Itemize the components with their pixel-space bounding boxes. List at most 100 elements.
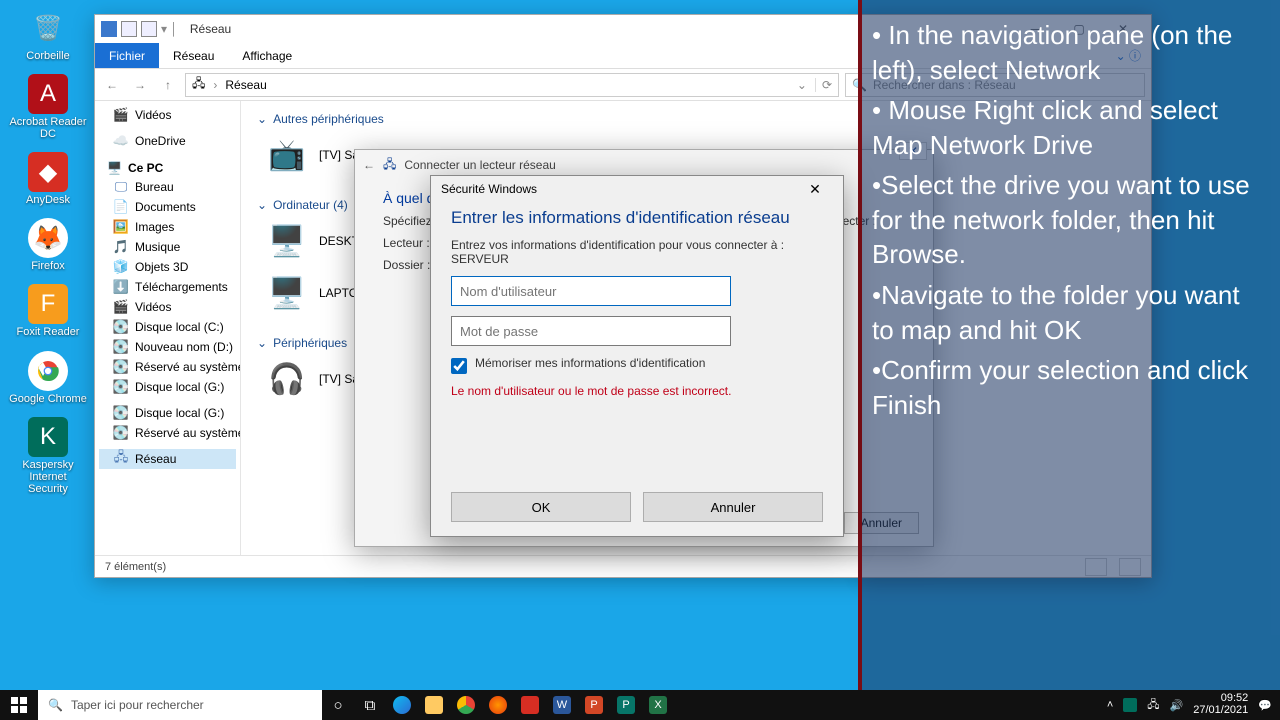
taskbar-pub[interactable]: P [610, 690, 642, 720]
label: Réseau [135, 452, 176, 466]
remember-checkbox[interactable] [451, 358, 467, 374]
anydesk-icon[interactable]: ◆AnyDesk [6, 150, 90, 208]
instruction-2: • Mouse Right click and select Map Netwo… [872, 93, 1268, 162]
computer-icon: 🖥️ [265, 271, 309, 315]
disk-icon: 💽 [113, 379, 129, 395]
taskbar-word[interactable]: W [546, 690, 578, 720]
nav-music[interactable]: 🎵 Musique [99, 237, 236, 257]
instruction-4: •Navigate to the folder you want to map … [872, 278, 1268, 347]
foxit-icon[interactable]: FFoxit Reader [6, 282, 90, 340]
network-icon: 🖧 [113, 451, 129, 467]
nav-disk-d[interactable]: 💽Nouveau nom (D:) [99, 337, 236, 357]
qat-btn-1[interactable] [121, 21, 137, 37]
objects3d-icon: 🧊 [113, 259, 129, 275]
instruction-5: •Confirm your selection and click Finish [872, 353, 1268, 422]
chrome-icon[interactable]: Google Chrome [6, 349, 90, 407]
nav-system-reserved[interactable]: 💽Réservé au système [99, 357, 236, 377]
tab-view[interactable]: Affichage [228, 43, 306, 68]
nav-desktop[interactable]: 🖵Bureau [99, 177, 236, 197]
tab-network[interactable]: Réseau [159, 43, 228, 68]
start-button[interactable] [0, 690, 38, 720]
label: Images [135, 220, 174, 234]
taskbar-anydesk[interactable] [514, 690, 546, 720]
qat-btn-2[interactable] [141, 21, 157, 37]
tab-file[interactable]: Fichier [95, 43, 159, 68]
nav-images[interactable]: 🖼️Images [99, 217, 236, 237]
nav-disk-c[interactable]: 💽Disque local (C:) [99, 317, 236, 337]
acrobat-icon[interactable]: AAcrobat Reader DC [6, 72, 90, 142]
ok-button[interactable]: OK [451, 492, 631, 522]
label: Corbeille [26, 50, 69, 62]
nav-3d[interactable]: 🧊 Objets 3D [99, 257, 236, 277]
remember-checkbox-label[interactable]: Mémoriser mes informations d'identificat… [451, 356, 823, 374]
cancel-button[interactable]: Annuler [643, 492, 823, 522]
nav-system-reserved2[interactable]: 💽Réservé au système [99, 423, 236, 443]
taskbar-explorer[interactable] [418, 690, 450, 720]
music-icon: 🎵 [113, 239, 129, 255]
nav-documents[interactable]: 📄Documents [99, 197, 236, 217]
computer-icon: 🖥️ [265, 219, 309, 263]
forward-button[interactable]: → [129, 74, 151, 96]
label: Téléchargements [135, 280, 228, 294]
tray-chevron-icon[interactable]: ˄ [1107, 699, 1113, 711]
wizard-title: Connecter un lecteur réseau [404, 158, 555, 172]
download-icon: ⬇️ [113, 279, 129, 295]
refresh-icon[interactable]: ⟳ [815, 78, 832, 92]
taskbar-chrome[interactable] [450, 690, 482, 720]
breadcrumb-text: Réseau [225, 78, 266, 92]
video-icon: 🎬 [113, 107, 129, 123]
task-view-button[interactable]: ⧉ [354, 690, 386, 720]
chevron-down-icon[interactable]: ⌄ [797, 78, 807, 92]
label: Ce PC [128, 161, 163, 175]
nav-downloads[interactable]: ⬇️ Téléchargements [99, 277, 236, 297]
taskbar-excel[interactable]: X [642, 690, 674, 720]
label: Vidéos [135, 108, 171, 122]
tray-volume-icon[interactable]: 🔊 [1170, 699, 1184, 712]
taskbar-search[interactable]: 🔍 Taper ici pour rechercher [38, 690, 322, 720]
label: Ordinateur (4) [273, 198, 348, 212]
taskbar-firefox[interactable] [482, 690, 514, 720]
taskbar-edge[interactable] [386, 690, 418, 720]
window-title: Réseau [190, 22, 231, 36]
dialog-heading: Entrer les informations d'identification… [451, 208, 823, 228]
notification-icon[interactable]: 💬 [1258, 699, 1272, 712]
cortana-button[interactable]: ○ [322, 690, 354, 720]
chevron-icon: ⌄ [257, 336, 267, 350]
tray-network-icon[interactable]: 🖧 [1147, 696, 1159, 715]
clock-date: 27/01/2021 [1193, 705, 1248, 717]
nav-disk-g[interactable]: 💽 Disque local (G:) [99, 377, 236, 397]
credential-dialog: Sécurité Windows ✕ Entrer les informatio… [430, 175, 844, 537]
nav-videos[interactable]: 🎬 Vidéos [99, 105, 236, 125]
recycle-icon: 🗑️ [28, 8, 68, 48]
nav-onedrive[interactable]: ☁️OneDrive [99, 131, 236, 151]
recycle-bin[interactable]: 🗑️ Corbeille [6, 6, 90, 64]
firefox-icon[interactable]: 🦊Firefox [6, 216, 90, 274]
dialog-titlebar[interactable]: Sécurité Windows ✕ [431, 176, 843, 202]
label: Musique [135, 240, 180, 254]
disk-icon: 💽 [113, 405, 129, 421]
disk-icon: 💽 [113, 359, 129, 375]
taskbar-clock[interactable]: 09:52 27/01/2021 [1193, 693, 1248, 716]
navigation-pane: 🎬 Vidéos ☁️OneDrive 🖥️Ce PC 🖵Bureau 📄Docu… [95, 101, 241, 555]
taskbar-ppt[interactable]: P [578, 690, 610, 720]
wizard-back-button[interactable]: ← [363, 158, 375, 172]
nav-thispc[interactable]: 🖥️Ce PC [99, 157, 236, 177]
breadcrumb[interactable]: 🖧 › Réseau ⌄ ⟳ [185, 73, 839, 97]
up-button[interactable]: ↑ [157, 74, 179, 96]
back-button[interactable]: ← [101, 74, 123, 96]
kaspersky-icon[interactable]: KKaspersky Internet Security [6, 415, 90, 497]
nav-disk-g2[interactable]: 💽Disque local (G:) [99, 403, 236, 423]
desktop-icons: 🗑️Corbeille AAcrobat Reader DC ◆AnyDesk … [6, 6, 90, 497]
dialog-close-button[interactable]: ✕ [797, 177, 833, 201]
documents-icon: 📄 [113, 199, 129, 215]
network-icon: 🖧 [192, 74, 205, 95]
label: Disque local (G:) [135, 380, 224, 394]
nav-network[interactable]: 🖧 Réseau [99, 449, 236, 469]
password-input[interactable] [451, 316, 731, 346]
word-icon: W [553, 696, 571, 714]
tray-kaspersky-icon[interactable] [1123, 698, 1137, 712]
video-icon: 🎬 [113, 299, 129, 315]
nav-videos2[interactable]: 🎬Vidéos [99, 297, 236, 317]
label: Objets 3D [135, 260, 188, 274]
username-input[interactable] [451, 276, 731, 306]
